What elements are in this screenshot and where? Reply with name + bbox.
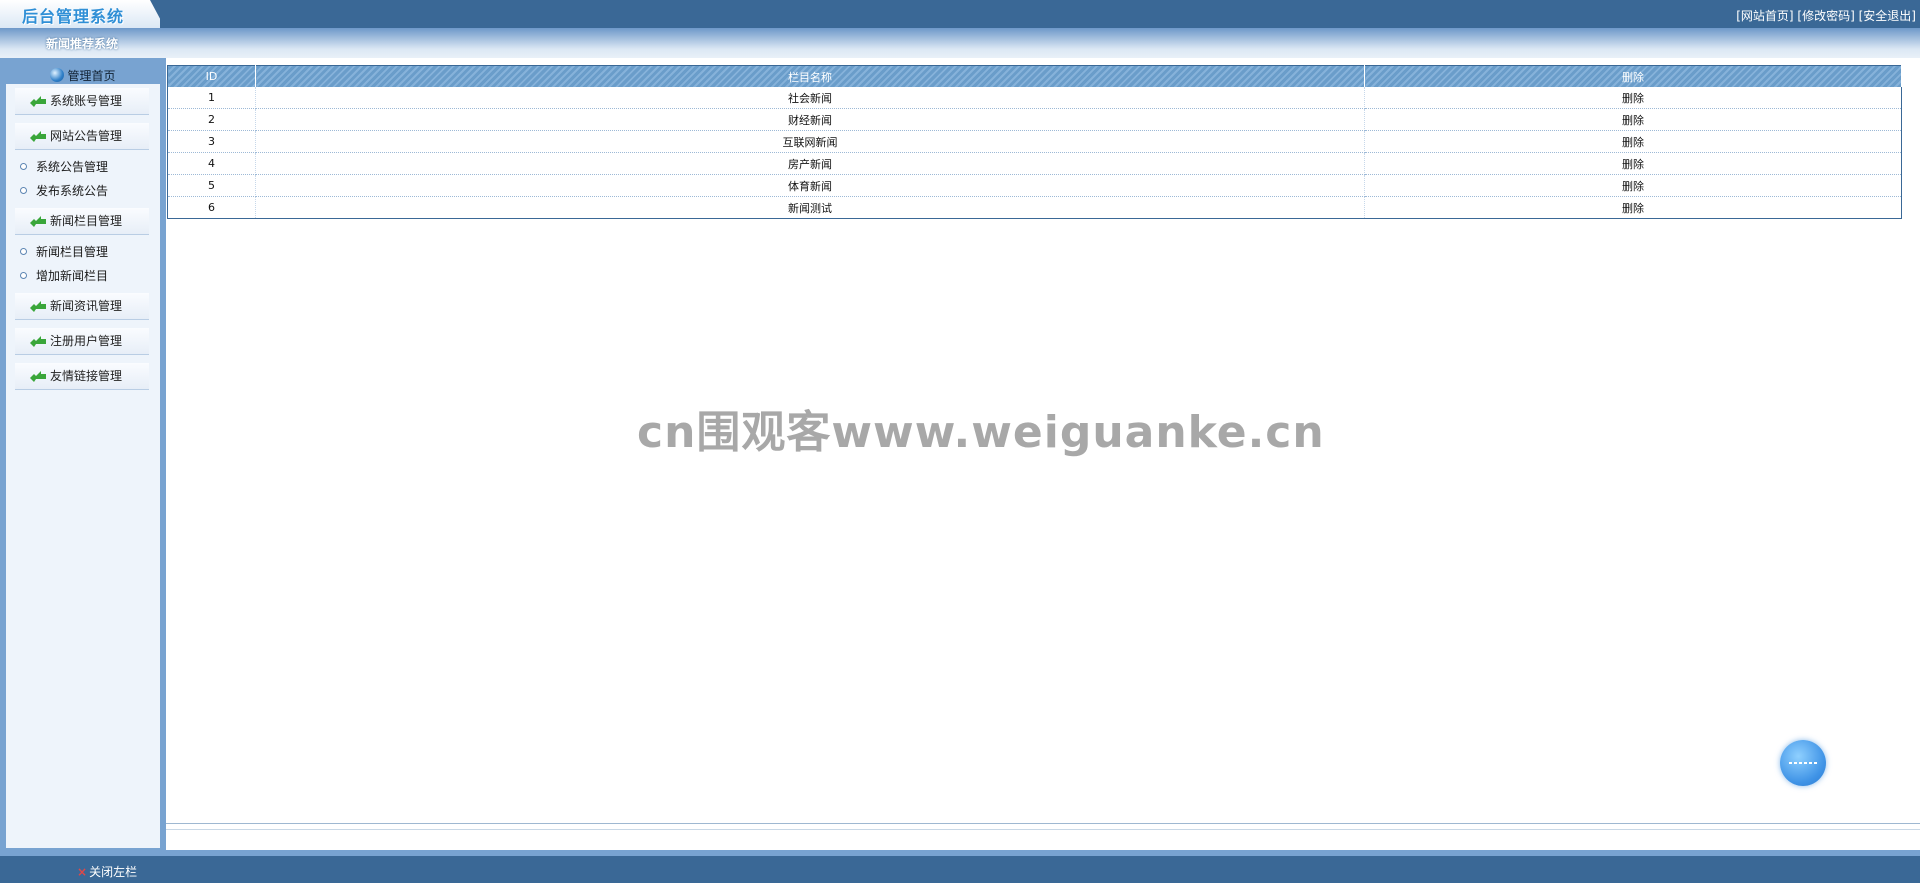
- item-label: 增加新闻栏目: [36, 269, 109, 283]
- bullet-icon: [20, 272, 27, 279]
- menu-label: 新闻栏目管理: [50, 214, 123, 228]
- menu-label: 网站公告管理: [50, 129, 123, 143]
- cell-id: 2: [167, 108, 256, 131]
- site-home-link[interactable]: [网站首页]: [1736, 9, 1793, 23]
- content-divider: [166, 823, 1920, 830]
- globe-icon: [50, 68, 65, 82]
- floating-assistant-button[interactable]: [1780, 740, 1826, 786]
- bullet-icon: [20, 163, 27, 170]
- watermark-text: cn围观客www.weiguanke.cn: [637, 407, 1325, 458]
- col-header-name: 栏目名称: [255, 65, 1365, 87]
- item-label: 新闻栏目管理: [36, 245, 109, 259]
- cell-name: 新闻测试: [255, 196, 1365, 219]
- change-password-link[interactable]: [修改密码]: [1797, 9, 1854, 23]
- table-row: 3 互联网新闻 删除: [167, 130, 1902, 153]
- menu-system-accounts[interactable]: 系统账号管理: [15, 88, 149, 115]
- delete-link[interactable]: 删除: [1364, 174, 1902, 197]
- col-header-id: ID: [167, 65, 256, 87]
- dash-icon: [1789, 762, 1817, 764]
- sidebar-item-column-manage[interactable]: 新闻栏目管理: [20, 243, 108, 260]
- cell-name: 财经新闻: [255, 108, 1365, 131]
- sidebar-item-notice-manage[interactable]: 系统公告管理: [20, 158, 108, 175]
- delete-link[interactable]: 删除: [1364, 152, 1902, 175]
- cell-id: 5: [167, 174, 256, 197]
- logo-text: 后台管理系统: [22, 7, 125, 26]
- menu-site-notices[interactable]: 网站公告管理: [15, 123, 149, 150]
- menu-friend-links[interactable]: 友情链接管理: [15, 363, 149, 390]
- sidebar: [0, 58, 166, 850]
- menu-news-columns[interactable]: 新闻栏目管理: [15, 208, 149, 235]
- cell-id: 4: [167, 152, 256, 175]
- delete-link[interactable]: 删除: [1364, 87, 1902, 109]
- cell-id: 6: [167, 196, 256, 219]
- item-label: 发布系统公告: [36, 184, 109, 198]
- green-arrow-icon: [30, 301, 46, 312]
- sidebar-item-add-column[interactable]: 增加新闻栏目: [20, 267, 108, 284]
- col-header-delete: 删除: [1364, 65, 1902, 87]
- table-row: 1 社会新闻 删除: [167, 87, 1902, 109]
- cell-name: 社会新闻: [255, 87, 1365, 109]
- cell-name: 房产新闻: [255, 152, 1365, 175]
- delete-link[interactable]: 删除: [1364, 196, 1902, 219]
- table-row: 4 房产新闻 删除: [167, 152, 1902, 175]
- column-table: ID 栏目名称 删除 1 社会新闻 删除 2 财经新闻 删除 3 互联网新闻 删…: [167, 65, 1902, 219]
- green-arrow-icon: [30, 371, 46, 382]
- item-label: 系统公告管理: [36, 160, 109, 174]
- menu-registered-users[interactable]: 注册用户管理: [15, 328, 149, 355]
- system-title-bar: 新闻推荐系统: [0, 28, 1920, 58]
- bullet-icon: [20, 187, 27, 194]
- menu-news-info[interactable]: 新闻资讯管理: [15, 293, 149, 320]
- delete-link[interactable]: 删除: [1364, 108, 1902, 131]
- table-row: 5 体育新闻 删除: [167, 174, 1902, 197]
- green-arrow-icon: [30, 96, 46, 107]
- system-title: 新闻推荐系统: [46, 37, 119, 51]
- table-row: 2 财经新闻 删除: [167, 108, 1902, 131]
- cell-name: 体育新闻: [255, 174, 1365, 197]
- cell-id: 1: [167, 87, 256, 109]
- table-row: 6 新闻测试 删除: [167, 196, 1902, 219]
- green-arrow-icon: [30, 216, 46, 227]
- bottom-bar: × 关闭左栏: [0, 850, 1920, 883]
- menu-label: 友情链接管理: [50, 369, 123, 383]
- green-arrow-icon: [30, 336, 46, 347]
- bullet-icon: [20, 248, 27, 255]
- sidebar-item-publish-notice[interactable]: 发布系统公告: [20, 182, 108, 199]
- logout-link[interactable]: [安全退出]: [1859, 9, 1916, 23]
- delete-link[interactable]: 删除: [1364, 130, 1902, 153]
- green-arrow-icon: [30, 131, 46, 142]
- menu-label: 注册用户管理: [50, 334, 123, 348]
- close-label: 关闭左栏: [89, 865, 138, 879]
- menu-label: 系统账号管理: [50, 94, 123, 108]
- close-sidebar-button[interactable]: × 关闭左栏: [77, 863, 137, 880]
- cell-name: 互联网新闻: [255, 130, 1365, 153]
- close-icon: ×: [77, 865, 88, 879]
- cell-id: 3: [167, 130, 256, 153]
- bottom-strip: [0, 850, 1920, 856]
- menu-label: 新闻资讯管理: [50, 299, 123, 313]
- admin-home-link[interactable]: 管理首页: [67, 69, 115, 83]
- top-header: 后台管理系统 [网站首页] [修改密码] [安全退出]: [0, 0, 1920, 28]
- top-links: [网站首页] [修改密码] [安全退出]: [1736, 7, 1916, 24]
- table-header-row: ID 栏目名称 删除: [167, 65, 1902, 87]
